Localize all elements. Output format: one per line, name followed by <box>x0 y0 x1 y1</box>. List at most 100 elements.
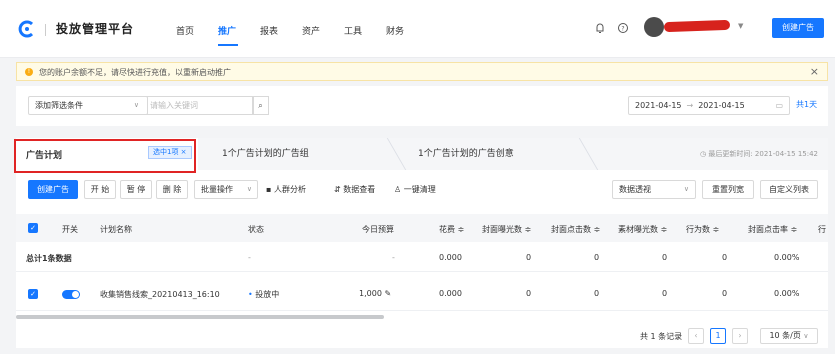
create-ad-button[interactable]: 创建广告 <box>28 180 78 199</box>
start-button[interactable]: 开 始 <box>84 180 116 199</box>
edit-icon[interactable]: ✎ <box>384 289 391 298</box>
current-page[interactable]: 1 <box>710 328 726 344</box>
clear-label: 一键清理 <box>403 185 436 194</box>
nav-active-underline <box>218 44 238 46</box>
add-filter-select[interactable]: 添加筛选条件 ∨ <box>28 96 148 115</box>
total-ctr: 0.00% <box>774 253 800 262</box>
total-material-exposure: 0 <box>662 253 668 262</box>
total-budget: - <box>392 253 395 262</box>
total-label: 总计1条数据 <box>26 254 72 263</box>
tab-separator <box>386 138 407 170</box>
table-row[interactable]: ✓ 收集销售线索_20210413_16:10 • 投放中 1,000 ✎ 0.… <box>16 277 828 311</box>
data-view-link[interactable]: ⇵ 数据查看 <box>334 184 375 195</box>
row-budget-value: 1,000 <box>359 289 382 298</box>
nav-promotion[interactable]: 推广 <box>218 24 236 37</box>
tab-separator <box>578 138 599 170</box>
batch-label: 批量操作 <box>201 185 233 194</box>
close-icon[interactable]: × <box>810 65 819 78</box>
keyword-input[interactable]: 请输入关键词 <box>144 96 254 115</box>
horizontal-scrollbar[interactable] <box>16 315 384 319</box>
chevron-down-icon: ∨ <box>246 185 252 193</box>
date-range-picker[interactable]: 2021-04-15 → 2021-04-15 ▭ <box>628 96 790 115</box>
create-ad-button-top[interactable]: 创建广告 <box>772 18 824 38</box>
search-icon[interactable]: ⌕ <box>252 96 269 115</box>
page-size-select[interactable]: 10 条/页 ∨ <box>760 328 818 344</box>
row-ctr: 0.00% <box>774 289 800 298</box>
prev-page-button[interactable]: ‹ <box>688 328 704 344</box>
col-budget: 今日预算 <box>362 225 394 234</box>
row-toggle[interactable] <box>62 290 80 299</box>
row-cover-clicks: 0 <box>594 289 600 298</box>
total-cover-exposure: 0 <box>526 253 532 262</box>
select-all-checkbox[interactable]: ✓ <box>28 223 38 233</box>
row-checkbox[interactable]: ✓ <box>28 289 38 299</box>
crowd-analysis-link[interactable]: ▪ 人群分析 <box>266 184 306 195</box>
delete-button[interactable]: 删 除 <box>156 180 188 199</box>
one-click-clear-link[interactable]: ♙ 一键清理 <box>394 184 436 195</box>
col-status: 状态 <box>248 225 264 234</box>
total-status: - <box>248 253 251 262</box>
last-updated: ◷ 最后更新时间: 2021-04-15 15:42 <box>699 150 818 158</box>
alert-text: 您的账户余额不足，请尽快进行充值，以重新启动推广 <box>39 68 231 77</box>
pivot-label: 数据透视 <box>619 185 651 194</box>
tab-ad-creative[interactable]: 1个广告计划的广告创意 <box>418 138 514 170</box>
tab-ad-group[interactable]: 1个广告计划的广告组 <box>222 138 309 170</box>
nav-tools[interactable]: 工具 <box>344 24 362 37</box>
next-page-button[interactable]: › <box>732 328 748 344</box>
pause-button[interactable]: 暂 停 <box>120 180 152 199</box>
nav-home[interactable]: 首页 <box>176 24 194 37</box>
date-end: 2021-04-15 <box>698 101 745 110</box>
action-toolbar: 创建广告 开 始 暂 停 删 除 批量操作 ∨ ▪ 人群分析 ⇵ 数据查看 ♙ 一… <box>16 176 828 204</box>
highlight-box <box>14 139 196 173</box>
col-switch: 开关 <box>62 225 78 234</box>
help-icon[interactable]: ? <box>617 22 629 34</box>
col-actions[interactable]: 行为数 ≑ <box>686 224 719 235</box>
chevron-down-icon: ∨ <box>803 332 809 340</box>
reset-columns-button[interactable]: 重置列宽 <box>702 180 754 199</box>
pivot-select[interactable]: 数据透视 ∨ <box>612 180 696 199</box>
col-material-exposure[interactable]: 素材曝光数 ≑ <box>618 224 667 235</box>
data-view-label: 数据查看 <box>343 185 376 194</box>
row-cost: 0.000 <box>439 289 462 298</box>
add-filter-label: 添加筛选条件 <box>35 101 83 110</box>
date-start: 2021-04-15 <box>635 101 682 110</box>
total-cover-clicks: 0 <box>594 253 600 262</box>
row-status-text: 投放中 <box>255 290 280 299</box>
row-budget[interactable]: 1,000 ✎ <box>359 289 391 298</box>
total-records: 共 1 条记录 <box>640 332 683 341</box>
pagination: 共 1 条记录 ‹ 1 › 10 条/页 ∨ <box>16 324 828 346</box>
arrow-icon: → <box>686 101 694 110</box>
col-ctr[interactable]: 封面点击率 ≑ <box>748 224 797 235</box>
balance-alert: ! 您的账户余额不足，请尽快进行充值，以重新启动推广 × <box>16 62 828 81</box>
clear-icon: ♙ <box>394 185 402 194</box>
redacted-username <box>663 19 731 33</box>
page-size-label: 10 条/页 <box>769 331 801 340</box>
plan-name[interactable]: 收集销售线索_20210413_16:10 <box>100 289 220 300</box>
total-cost: 0.000 <box>439 253 462 262</box>
crowd-icon: ▪ <box>266 185 272 194</box>
row-cover-exposure: 0 <box>526 289 532 298</box>
last-updated-text: 最后更新时间: 2021-04-15 15:42 <box>708 150 818 158</box>
nav-reports[interactable]: 报表 <box>260 24 278 37</box>
crowd-label: 人群分析 <box>273 185 306 194</box>
svg-text:?: ? <box>621 26 624 33</box>
col-cover-clicks[interactable]: 封面点击数 ≑ <box>551 224 600 235</box>
chevron-down-icon: ∨ <box>683 185 689 193</box>
col-partial: 行 <box>818 225 826 234</box>
status-dot-icon: • <box>248 290 253 299</box>
row-actions: 0 <box>722 289 728 298</box>
avatar[interactable] <box>644 17 664 37</box>
calendar-icon: ▭ <box>775 101 783 110</box>
col-cost[interactable]: 花费 ≑ <box>439 224 464 235</box>
app-title: 投放管理平台 <box>56 22 135 36</box>
row-status: • 投放中 <box>248 289 279 300</box>
batch-select[interactable]: 批量操作 ∨ <box>194 180 258 199</box>
nav-assets[interactable]: 资产 <box>302 24 320 37</box>
bell-icon[interactable] <box>594 22 606 34</box>
logo-icon <box>18 20 34 38</box>
chevron-down-icon[interactable]: ▼ <box>738 22 743 30</box>
custom-columns-button[interactable]: 自定义列表 <box>760 180 818 199</box>
row-material-exposure: 0 <box>662 289 668 298</box>
nav-finance[interactable]: 财务 <box>386 24 404 37</box>
col-cover-exposure[interactable]: 封面曝光数 ≑ <box>482 224 531 235</box>
